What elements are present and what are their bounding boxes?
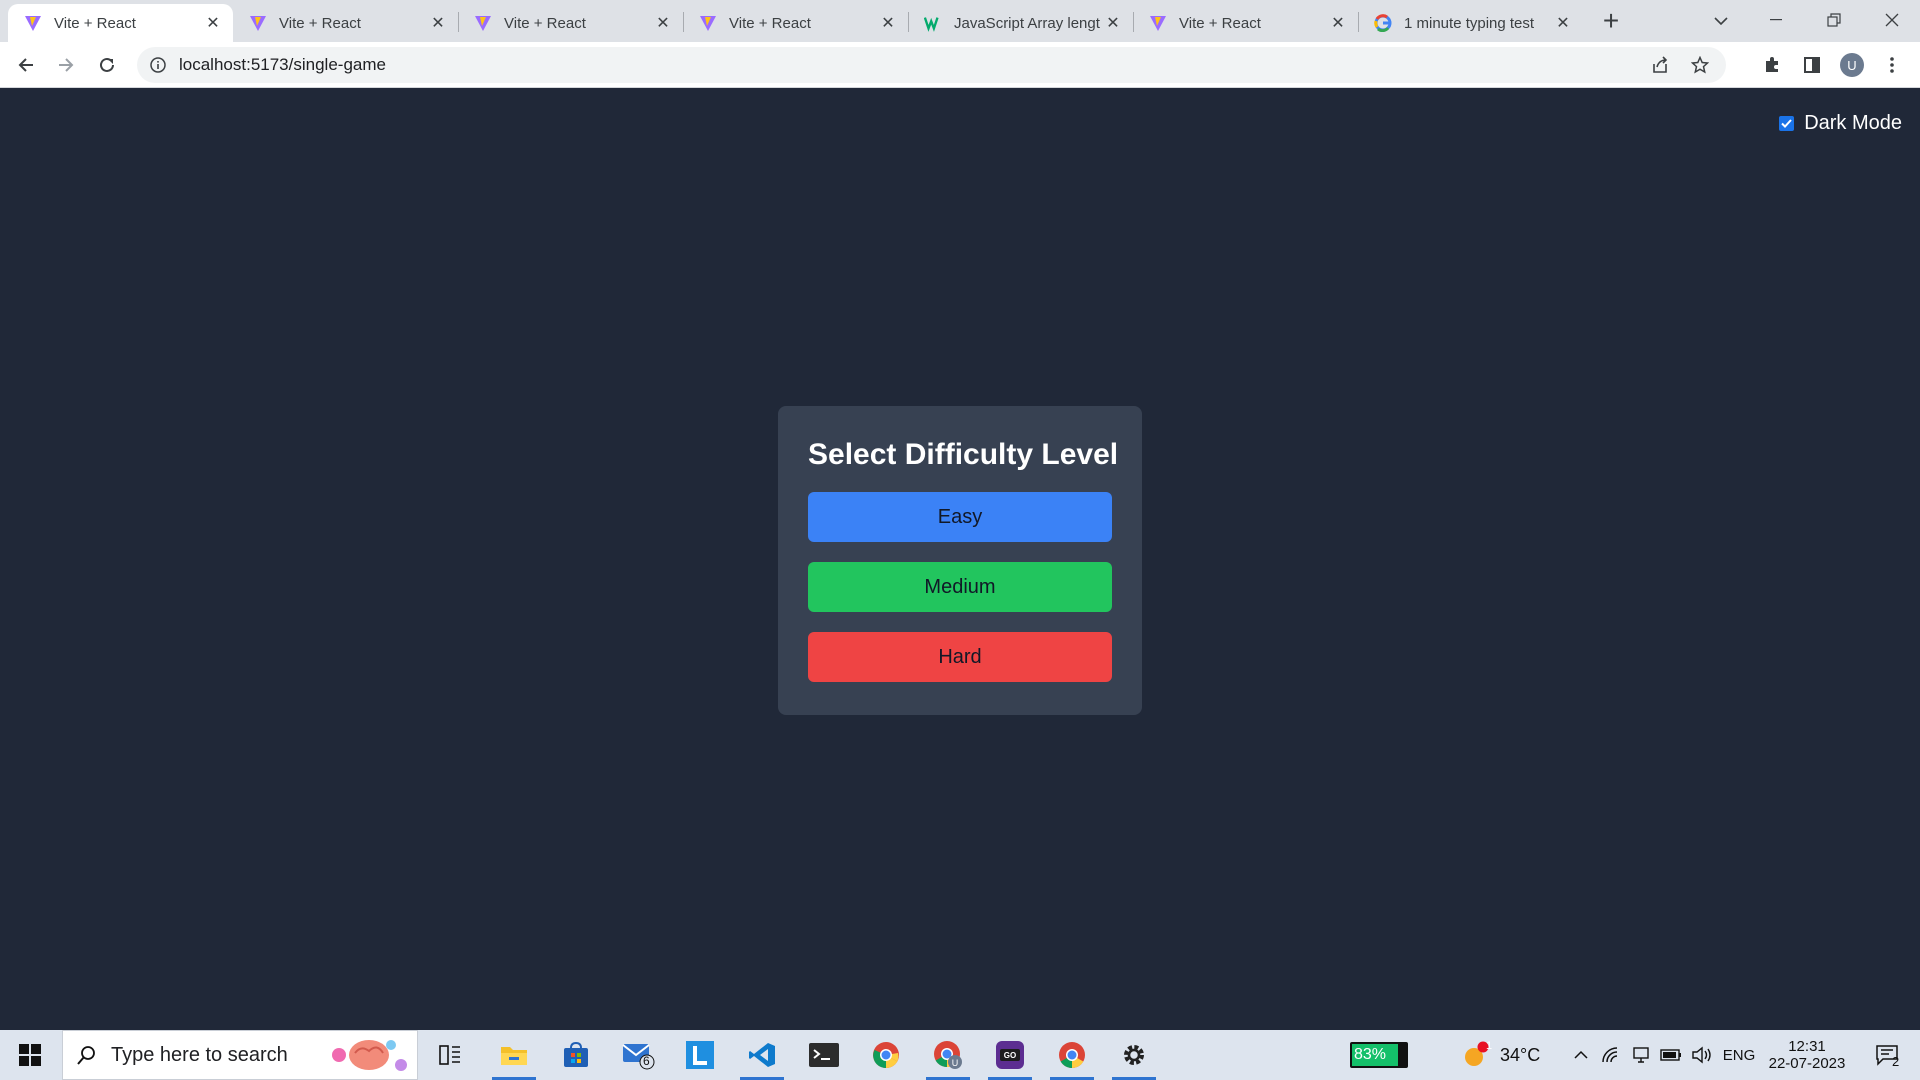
volume-icon[interactable] <box>1688 1030 1716 1080</box>
search-highlight-brain-icon <box>332 1040 407 1071</box>
mail-badge: 6 <box>643 1054 650 1068</box>
tab-vite-react-2[interactable]: Vite + React ✕ <box>233 4 458 42</box>
share-icon[interactable] <box>1646 51 1674 79</box>
windows-logo-icon <box>19 1044 41 1066</box>
url-text[interactable]: localhost:5173/single-game <box>179 55 1646 75</box>
svg-text:U: U <box>952 1058 959 1068</box>
dark-mode-label: Dark Mode <box>1804 112 1902 134</box>
clock-date: 22-07-2023 <box>1768 1055 1846 1072</box>
tab-title: Vite + React <box>54 14 136 32</box>
restore-button[interactable] <box>1806 0 1862 40</box>
show-hidden-icons-chevron-icon[interactable] <box>1568 1030 1594 1080</box>
tab-search-chevron-icon[interactable] <box>1706 6 1736 36</box>
weather-widget[interactable]: 1 34°C <box>1462 1030 1562 1080</box>
medium-button[interactable]: Medium <box>808 562 1112 612</box>
battery-icon[interactable] <box>1658 1030 1684 1080</box>
reload-button[interactable] <box>91 49 123 81</box>
tab-vite-react-5[interactable]: Vite + React ✕ <box>1133 4 1358 42</box>
task-view-icon[interactable] <box>430 1030 470 1080</box>
close-icon[interactable]: ✕ <box>1103 13 1123 33</box>
easy-button[interactable]: Easy <box>808 492 1112 542</box>
hard-button[interactable]: Hard <box>808 632 1112 682</box>
vite-icon <box>474 14 492 32</box>
search-placeholder: Type here to search <box>111 1043 288 1066</box>
battery-percent: 83% <box>1354 1046 1387 1063</box>
vscode-icon[interactable] <box>736 1030 788 1080</box>
close-icon[interactable]: ✕ <box>203 13 223 33</box>
battery-bar: 83% <box>1350 1042 1408 1068</box>
tab-vite-react-1[interactable]: Vite + React ✕ <box>8 4 233 42</box>
menu-kebab-icon[interactable] <box>1876 49 1908 81</box>
chrome-window-icon[interactable] <box>1046 1030 1098 1080</box>
dark-mode-checkbox[interactable] <box>1779 116 1795 131</box>
forward-arrow-icon <box>59 58 74 72</box>
battery-widget[interactable]: 83% <box>1346 1030 1412 1080</box>
tab-title: JavaScript Array lengt <box>954 14 1100 32</box>
tab-strip: Vite + React ✕ Vite + React ✕ Vite + Rea… <box>0 0 1920 42</box>
close-icon[interactable]: ✕ <box>1328 13 1348 33</box>
difficulty-card: Select Difficulty Level Easy Medium Hard <box>778 406 1142 715</box>
tab-vite-react-4[interactable]: Vite + React ✕ <box>683 4 908 42</box>
tab-typing-test[interactable]: 1 minute typing test ✕ <box>1358 4 1583 42</box>
side-panel-icon[interactable] <box>1796 49 1828 81</box>
profile-avatar[interactable]: U <box>1836 49 1868 81</box>
chrome-profile-icon[interactable]: U <box>922 1030 974 1080</box>
back-button[interactable] <box>10 49 42 81</box>
notification-count: 2 <box>1892 1054 1900 1069</box>
svg-text:GO: GO <box>1004 1051 1016 1060</box>
tab-title: Vite + React <box>729 14 811 32</box>
microsoft-store-icon[interactable] <box>550 1030 602 1080</box>
tab-title: 1 minute typing test <box>1404 14 1535 32</box>
weather-temp: 34°C <box>1500 1044 1541 1065</box>
page-content: Dark Mode Select Difficulty Level Easy M… <box>0 88 1920 1030</box>
clock[interactable]: 12:31 22-07-2023 <box>1762 1030 1852 1080</box>
vite-icon <box>1149 14 1167 32</box>
close-icon[interactable]: ✕ <box>878 13 898 33</box>
file-explorer-icon[interactable] <box>488 1030 540 1080</box>
google-icon <box>1374 14 1392 32</box>
settings-gear-icon[interactable] <box>1108 1030 1160 1080</box>
windows-taskbar: Type here to search 6 U GO 83% 1 34°C EN… <box>0 1030 1920 1080</box>
terminal-icon[interactable] <box>798 1030 850 1080</box>
address-bar[interactable]: localhost:5173/single-game <box>137 47 1726 83</box>
new-tab-button[interactable]: + <box>1596 5 1626 36</box>
notification-center-icon[interactable]: 2 <box>1862 1030 1912 1080</box>
l-app-icon[interactable] <box>674 1030 726 1080</box>
tab-title: Vite + React <box>279 14 361 32</box>
reload-icon <box>100 57 114 72</box>
browser-toolbar: localhost:5173/single-game U <box>0 42 1920 88</box>
start-button[interactable] <box>0 1030 60 1080</box>
close-icon[interactable]: ✕ <box>428 13 448 33</box>
network-monitor-icon[interactable] <box>1628 1030 1654 1080</box>
tab-javascript-array[interactable]: JavaScript Array lengt ✕ <box>908 4 1133 42</box>
tab-title: Vite + React <box>504 14 586 32</box>
card-title: Select Difficulty Level <box>808 438 1119 471</box>
tab-vite-react-3[interactable]: Vite + React ✕ <box>458 4 683 42</box>
checkmark-icon <box>1781 119 1792 128</box>
clock-time: 12:31 <box>1788 1038 1826 1055</box>
minimize-button[interactable] <box>1748 0 1804 40</box>
vite-icon <box>699 14 717 32</box>
extensions-puzzle-icon[interactable] <box>1756 49 1788 81</box>
gog-galaxy-icon[interactable]: GO <box>984 1030 1036 1080</box>
weather-badge: 1 <box>1486 1040 1493 1052</box>
back-arrow-icon <box>18 58 33 72</box>
wifi-icon[interactable] <box>1598 1030 1624 1080</box>
search-icon <box>77 1046 95 1065</box>
bookmark-star-icon[interactable] <box>1686 51 1714 79</box>
mail-icon[interactable]: 6 <box>612 1030 664 1080</box>
close-window-button[interactable] <box>1864 0 1920 40</box>
vite-icon <box>24 14 42 32</box>
forward-button[interactable] <box>50 49 82 81</box>
close-icon[interactable]: ✕ <box>1553 13 1573 33</box>
close-icon[interactable]: ✕ <box>653 13 673 33</box>
w3schools-icon <box>924 14 942 32</box>
taskbar-search[interactable]: Type here to search <box>62 1030 418 1080</box>
chrome-icon[interactable] <box>860 1030 912 1080</box>
info-icon[interactable] <box>149 56 167 74</box>
tab-title: Vite + React <box>1179 14 1261 32</box>
language-indicator[interactable]: ENG <box>1720 1030 1758 1080</box>
dark-mode-toggle[interactable]: Dark Mode <box>1779 112 1902 135</box>
vite-icon <box>249 14 267 32</box>
